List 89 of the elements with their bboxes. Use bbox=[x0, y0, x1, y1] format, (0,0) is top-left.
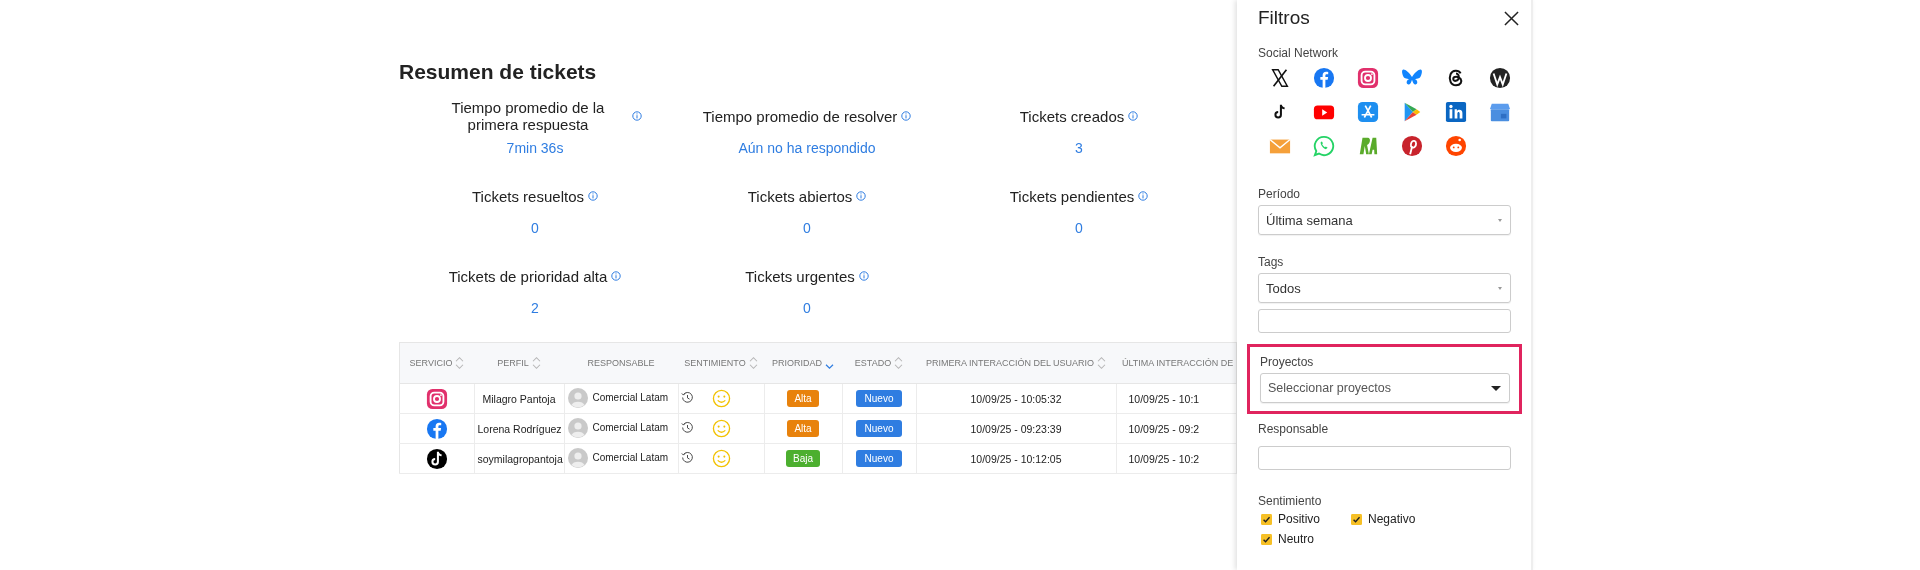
metric-label: Tickets creados bbox=[1019, 107, 1125, 125]
history-icon[interactable] bbox=[681, 421, 695, 434]
checkbox-label: Positivo bbox=[1278, 512, 1321, 526]
table-cell: 10/09/25 - 10:12:05 bbox=[916, 443, 1116, 474]
metric-value: 0 bbox=[1075, 220, 1083, 236]
table-cell: 10/09/25 - 10:2 bbox=[1116, 443, 1237, 474]
checkbox[interactable] bbox=[1261, 513, 1272, 525]
info-icon[interactable] bbox=[858, 271, 869, 281]
agent-name: Comercial Latam bbox=[592, 392, 669, 403]
table-cell: Milagro Pantoja bbox=[474, 383, 564, 414]
responsible-input[interactable] bbox=[1258, 446, 1511, 470]
tags-select[interactable]: Todos bbox=[1258, 273, 1511, 303]
instagram-icon[interactable] bbox=[425, 387, 448, 410]
facebook-icon[interactable] bbox=[425, 417, 448, 440]
checkbox-label: Negativo bbox=[1368, 512, 1416, 526]
info-icon[interactable] bbox=[1128, 111, 1139, 121]
reddit-icon[interactable] bbox=[1445, 135, 1467, 157]
filter-label: Social Network bbox=[1258, 46, 1339, 60]
priority-badge: Alta bbox=[787, 420, 819, 437]
metric-label: Tickets de prioridad alta bbox=[448, 267, 608, 285]
column-header: RESPONSABLE bbox=[587, 358, 655, 368]
facebook-icon[interactable] bbox=[1313, 67, 1335, 89]
table-cell: 10/09/25 - 09:2 bbox=[1116, 413, 1237, 444]
pinterest-icon[interactable] bbox=[1401, 135, 1423, 157]
metric-value: Aún no ha respondido bbox=[738, 140, 876, 156]
checkbox[interactable] bbox=[1261, 533, 1272, 545]
metric-value: 2 bbox=[531, 300, 539, 316]
table-cell: soymilagropantoja bbox=[474, 443, 564, 474]
priority-badge: Baja bbox=[786, 450, 820, 467]
column-header: ÚLTIMA INTERACCIÓN DE bbox=[1122, 358, 1234, 368]
metric-value: 3 bbox=[1075, 140, 1083, 156]
tiktok-icon[interactable] bbox=[425, 447, 448, 470]
metric-label: Tiempo promedio de la primera respuesta bbox=[450, 99, 606, 133]
metric-label: Tickets urgentes bbox=[745, 267, 855, 285]
column-header[interactable]: SERVICIO bbox=[409, 358, 453, 368]
tags-input[interactable] bbox=[1258, 309, 1511, 333]
metric-label: Tickets abiertos bbox=[747, 187, 853, 205]
metric-label: Tickets pendientes bbox=[1009, 187, 1135, 205]
info-icon[interactable] bbox=[588, 191, 598, 201]
x-logo-icon[interactable] bbox=[1269, 67, 1291, 89]
projects-select[interactable]: Seleccionar proyectos bbox=[1260, 373, 1510, 403]
checkbox-label: Neutro bbox=[1278, 532, 1315, 546]
avatar-icon bbox=[567, 387, 588, 408]
panel-title: Filtros bbox=[1258, 7, 1310, 29]
info-icon[interactable] bbox=[611, 271, 622, 281]
section-title: Resumen de tickets bbox=[399, 60, 598, 84]
info-icon[interactable] bbox=[1138, 191, 1149, 201]
filter-label: Responsable bbox=[1258, 422, 1329, 436]
table-cell: Lorena Rodríguez bbox=[474, 413, 564, 444]
status-badge: Nuevo bbox=[855, 450, 903, 467]
info-icon[interactable] bbox=[856, 191, 867, 201]
history-icon[interactable] bbox=[681, 391, 695, 404]
linkedin-icon[interactable] bbox=[1445, 101, 1467, 123]
filter-label: Tags bbox=[1258, 255, 1284, 269]
table-cell: 10/09/25 - 10:1 bbox=[1116, 383, 1237, 414]
info-icon[interactable] bbox=[632, 111, 642, 121]
agent-name: Comercial Latam bbox=[592, 422, 669, 433]
filter-label: Sentimiento bbox=[1258, 494, 1322, 508]
table-cell: 10/09/25 - 10:05:32 bbox=[916, 383, 1116, 414]
status-badge: Nuevo bbox=[855, 390, 903, 407]
filter-label: Período bbox=[1258, 187, 1301, 201]
metric-value: 0 bbox=[803, 300, 811, 316]
metric-label: Tiempo promedio de resolver bbox=[702, 107, 898, 125]
avatar-icon bbox=[567, 447, 588, 468]
column-header[interactable]: ESTADO bbox=[854, 358, 892, 368]
app-store-icon[interactable] bbox=[1357, 101, 1379, 123]
instagram-icon[interactable] bbox=[1357, 67, 1379, 89]
priority-badge: Alta bbox=[787, 390, 819, 407]
metric-label: Tickets resueltos bbox=[472, 187, 584, 205]
period-select[interactable]: Última semana bbox=[1258, 205, 1511, 235]
whatsapp-icon[interactable] bbox=[1313, 135, 1335, 157]
info-icon[interactable] bbox=[901, 111, 912, 121]
checkbox[interactable] bbox=[1351, 513, 1362, 525]
column-header[interactable]: SENTIMIENTO bbox=[684, 358, 746, 368]
column-header[interactable]: PRIORIDAD bbox=[772, 358, 822, 368]
ra-logo-icon[interactable] bbox=[1357, 135, 1379, 157]
history-icon[interactable] bbox=[681, 451, 695, 464]
filter-label: Proyectos bbox=[1260, 355, 1314, 369]
table-cell: 10/09/25 - 09:23:39 bbox=[916, 413, 1116, 444]
metric-value: 7min 36s bbox=[506, 140, 564, 156]
agent-name: Comercial Latam bbox=[592, 452, 669, 463]
avatar-icon bbox=[567, 417, 588, 438]
wordpress-icon[interactable] bbox=[1489, 67, 1511, 89]
close-icon[interactable] bbox=[1504, 10, 1519, 26]
metric-value: 0 bbox=[803, 220, 811, 236]
metric-value: 0 bbox=[531, 220, 539, 236]
status-badge: Nuevo bbox=[855, 420, 903, 437]
column-header[interactable]: PERFIL bbox=[497, 358, 529, 368]
storefront-icon[interactable] bbox=[1489, 101, 1511, 123]
